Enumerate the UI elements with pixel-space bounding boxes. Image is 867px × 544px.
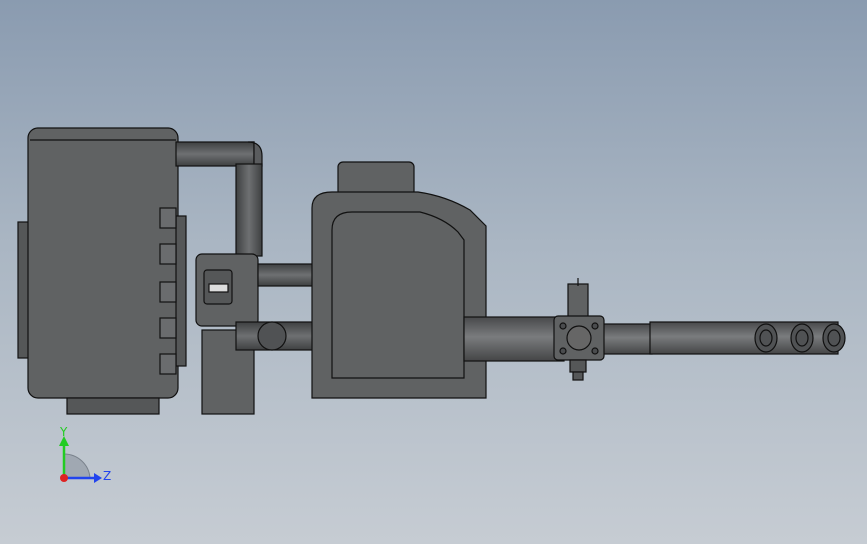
coordinate-triad[interactable]: Y Z — [59, 425, 111, 483]
x-axis-origin — [60, 474, 68, 482]
boiler-housing — [17, 127, 187, 415]
upper-elbow-pipe — [175, 141, 263, 257]
y-axis-label: Y — [59, 425, 68, 439]
cad-model[interactable]: Y Z — [0, 0, 867, 544]
outlet-pipe — [463, 316, 846, 362]
triad-quadrant — [63, 453, 91, 479]
valve-body — [553, 278, 605, 381]
cad-viewport[interactable]: Y Z — [0, 0, 867, 544]
z-axis-arrow — [94, 473, 102, 483]
blower-assembly — [195, 253, 317, 415]
fuel-tank — [311, 161, 487, 399]
z-axis-label: Z — [103, 469, 111, 483]
